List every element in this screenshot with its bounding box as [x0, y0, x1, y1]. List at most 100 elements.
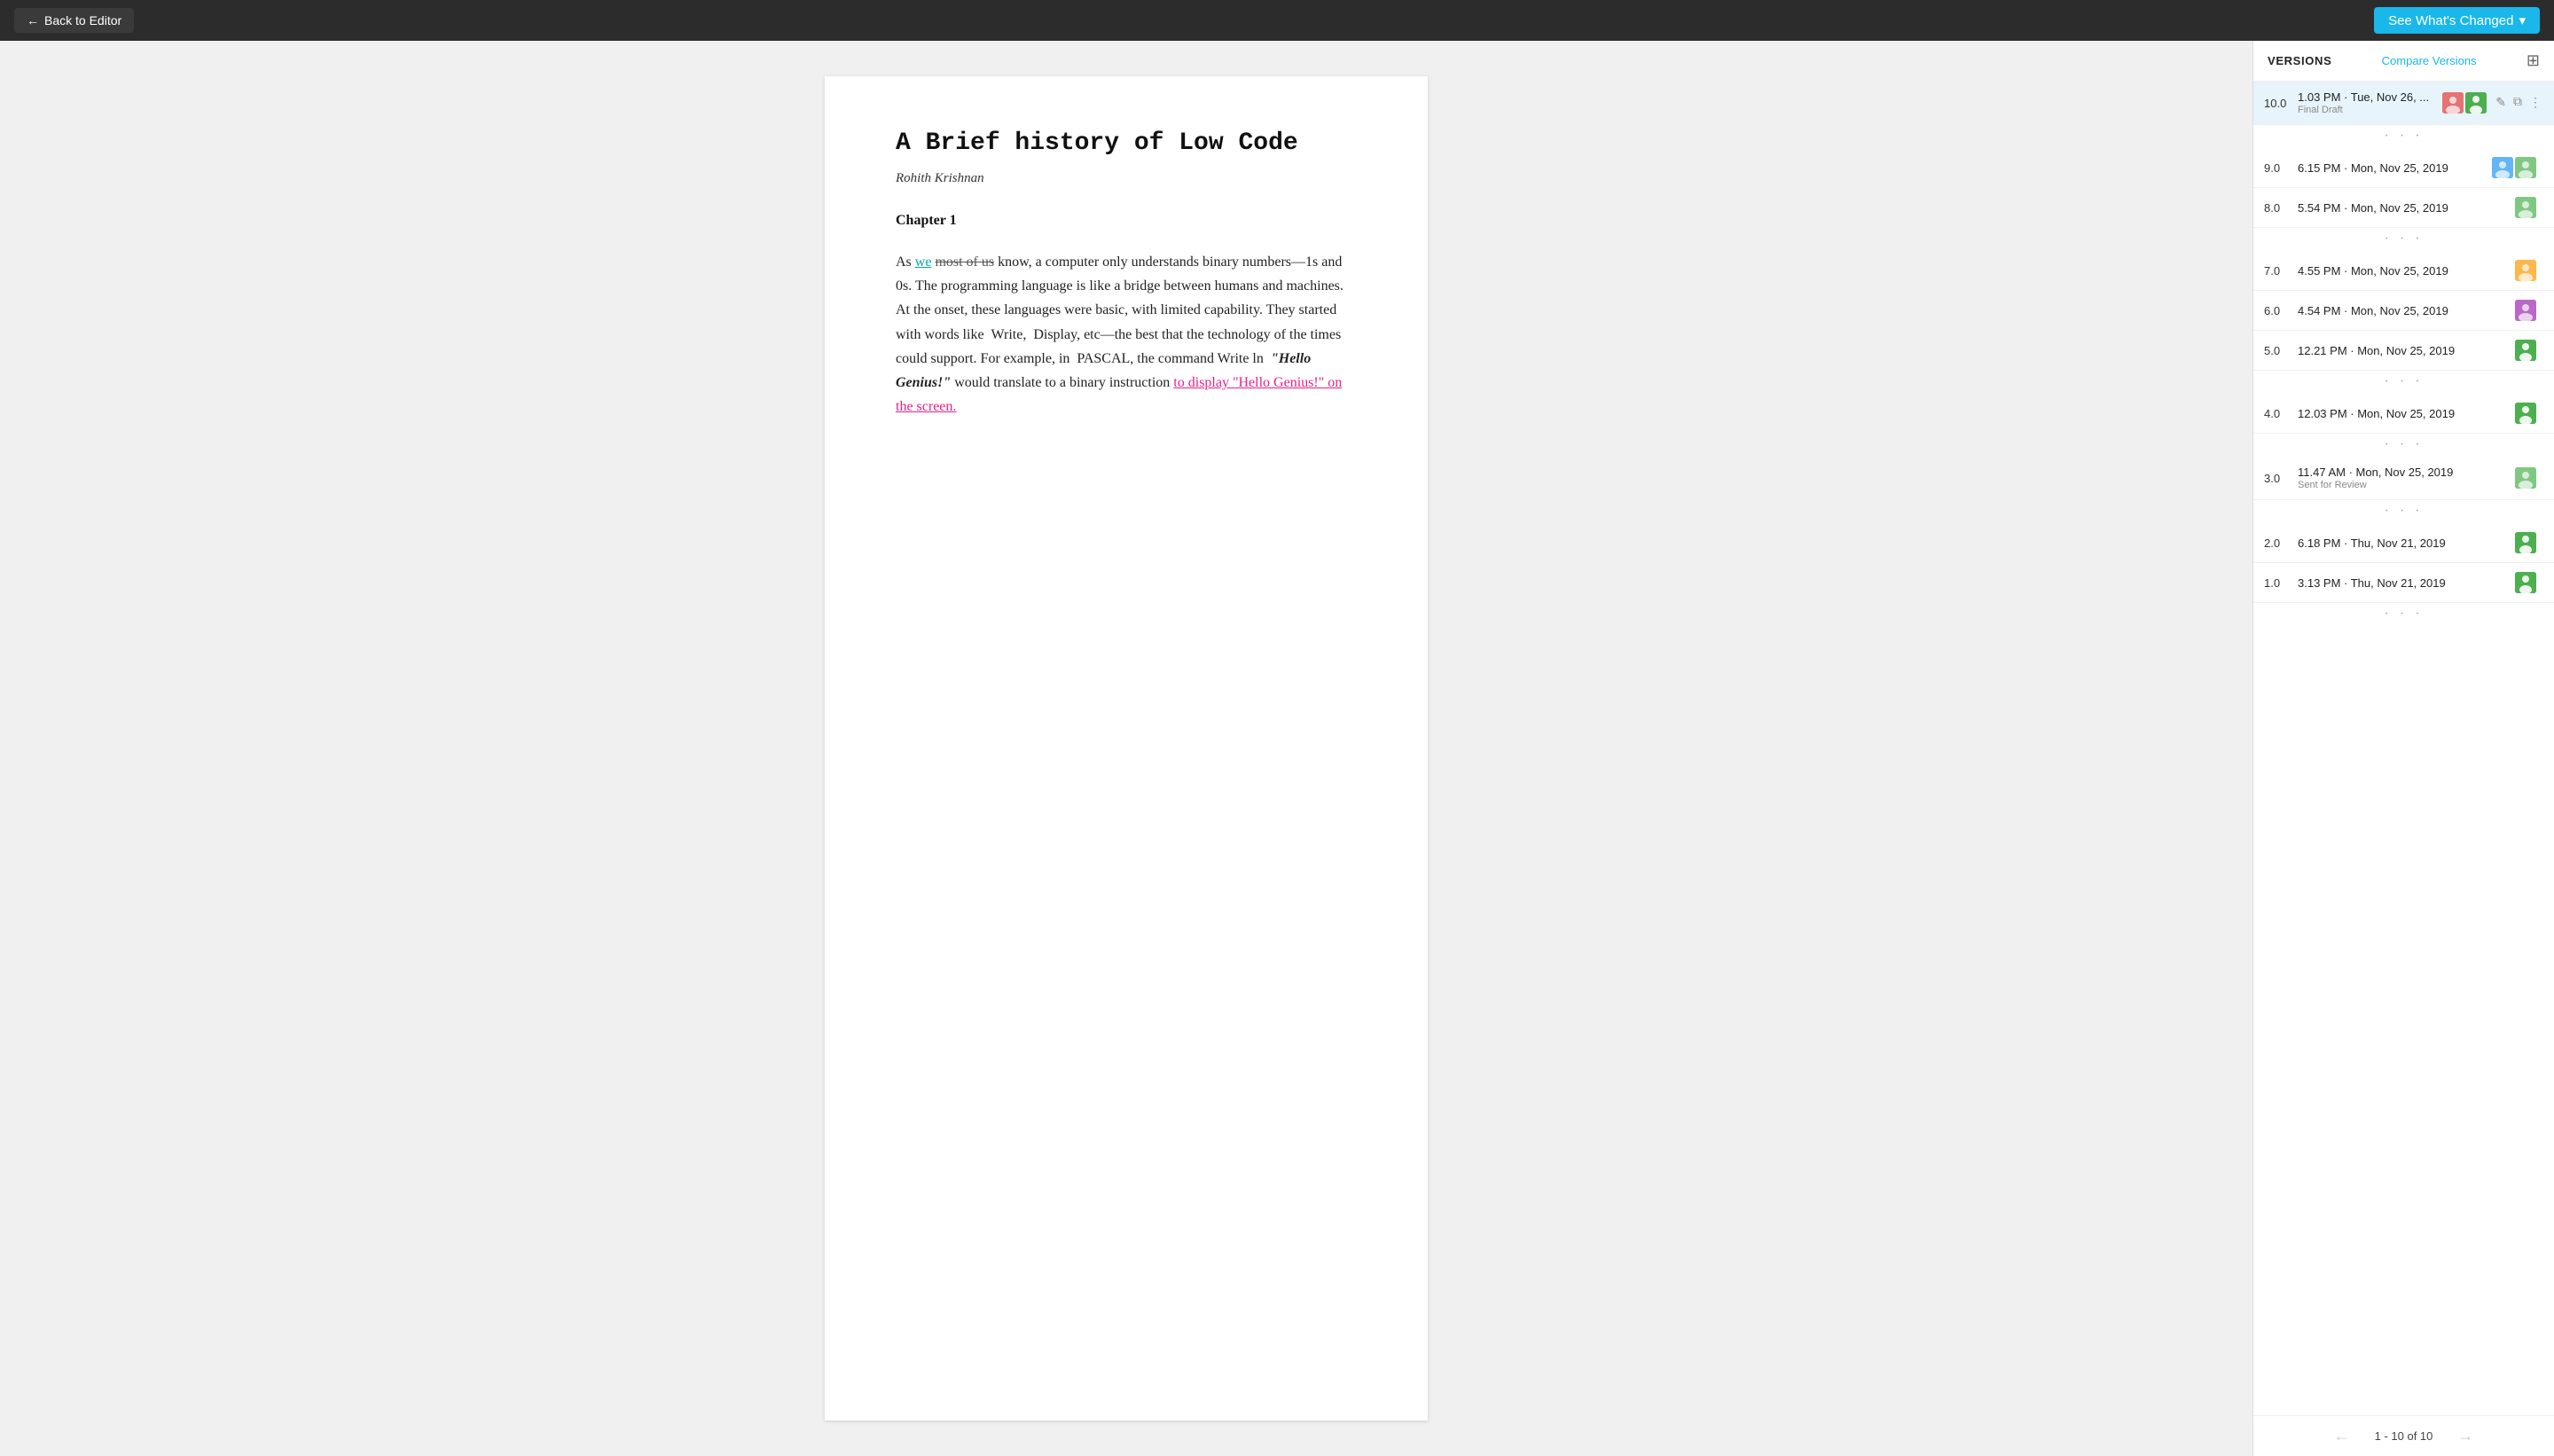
body-paragraph-1: As we most of us know, a computer only u… — [896, 250, 1357, 419]
version-avatars — [2492, 157, 2536, 178]
version-info: 4.55 PM · Mon, Nov 25, 2019 — [2298, 264, 2508, 278]
version-label: Final Draft — [2298, 105, 2435, 115]
chevron-down-icon: ▾ — [2519, 12, 2526, 28]
copy-icon[interactable]: ⧉ — [2511, 94, 2524, 112]
version-time: 3.13 PM · Thu, Nov 21, 2019 — [2298, 576, 2508, 590]
main-layout: A Brief history of Low Code Rohith Krish… — [0, 41, 2554, 1456]
versions-title: VERSIONS — [2268, 54, 2331, 67]
versions-list: 10.0 1.03 PM · Tue, Nov 26, ...Final Draf… — [2253, 82, 2554, 1415]
version-time: 1.03 PM · Tue, Nov 26, ... — [2298, 90, 2435, 104]
version-info: 11.47 AM · Mon, Nov 25, 2019Sent for Rev… — [2298, 466, 2508, 490]
version-item-2-0[interactable]: 2.0 6.18 PM · Thu, Nov 21, 2019 — [2253, 523, 2554, 563]
version-group-separator: · · · — [2253, 500, 2554, 523]
version-info: 12.03 PM · Mon, Nov 25, 2019 — [2298, 407, 2508, 420]
version-info: 6.15 PM · Mon, Nov 25, 2019 — [2298, 161, 2485, 175]
version-avatars — [2442, 92, 2487, 114]
document-page: A Brief history of Low Code Rohith Krish… — [825, 76, 1428, 1421]
topbar: ← Back to Editor See What's Changed ▾ — [0, 0, 2554, 41]
version-number: 6.0 — [2264, 304, 2291, 317]
version-item-1-0[interactable]: 1.0 3.13 PM · Thu, Nov 21, 2019 — [2253, 563, 2554, 603]
version-info: 12.21 PM · Mon, Nov 25, 2019 — [2298, 344, 2508, 357]
version-number: 2.0 — [2264, 536, 2291, 550]
versions-page-info: 1 - 10 of 10 — [2375, 1429, 2433, 1443]
version-number: 3.0 — [2264, 472, 2291, 485]
body-text-know: know, a computer only understands binary… — [896, 254, 1344, 366]
body-text-most-of-us: most of us — [935, 254, 994, 270]
version-time: 12.21 PM · Mon, Nov 25, 2019 — [2298, 344, 2508, 357]
body-text-would: would translate to a binary instruction — [951, 375, 1173, 390]
version-info: 4.54 PM · Mon, Nov 25, 2019 — [2298, 304, 2508, 317]
version-number: 1.0 — [2264, 576, 2291, 590]
version-time: 6.18 PM · Thu, Nov 21, 2019 — [2298, 536, 2508, 550]
version-avatars — [2515, 572, 2536, 593]
avatar — [2515, 197, 2536, 218]
version-info: 1.03 PM · Tue, Nov 26, ...Final Draft — [2298, 90, 2435, 115]
version-avatars — [2515, 197, 2536, 218]
avatar — [2515, 532, 2536, 553]
version-avatars — [2515, 532, 2536, 553]
version-info: 3.13 PM · Thu, Nov 21, 2019 — [2298, 576, 2508, 590]
version-actions: ✎⧉⋮ — [2494, 94, 2543, 113]
version-item-10-0[interactable]: 10.0 1.03 PM · Tue, Nov 26, ...Final Draf… — [2253, 82, 2554, 125]
versions-menu-icon[interactable]: ⊞ — [2527, 51, 2540, 70]
version-item-8-0[interactable]: 8.0 5.54 PM · Mon, Nov 25, 2019 — [2253, 188, 2554, 228]
avatar — [2515, 467, 2536, 489]
compare-versions-link[interactable]: Compare Versions — [2382, 54, 2477, 67]
version-item-9-0[interactable]: 9.0 6.15 PM · Mon, Nov 25, 2019 — [2253, 148, 2554, 188]
version-group-separator: · · · — [2253, 228, 2554, 251]
document-body: As we most of us know, a computer only u… — [896, 250, 1357, 419]
back-arrow-icon: ← — [27, 13, 39, 27]
version-time: 11.47 AM · Mon, Nov 25, 2019 — [2298, 466, 2508, 479]
see-whats-changed-button[interactable]: See What's Changed ▾ — [2374, 7, 2540, 34]
version-item-5-0[interactable]: 5.0 12.21 PM · Mon, Nov 25, 2019 — [2253, 331, 2554, 371]
more-options-icon[interactable]: ⋮ — [2527, 94, 2543, 113]
version-avatars — [2515, 403, 2536, 424]
avatar — [2515, 572, 2536, 593]
version-time: 6.15 PM · Mon, Nov 25, 2019 — [2298, 161, 2485, 175]
version-group-separator: · · · — [2253, 434, 2554, 457]
versions-header: VERSIONS Compare Versions ⊞ — [2253, 41, 2554, 82]
avatar — [2515, 340, 2536, 361]
document-title: A Brief history of Low Code — [896, 129, 1357, 157]
versions-panel: VERSIONS Compare Versions ⊞ 10.0 1.03 PM … — [2252, 41, 2554, 1456]
version-group-separator: · · · — [2253, 125, 2554, 148]
avatar — [2515, 260, 2536, 281]
version-group-separator: · · · — [2253, 371, 2554, 394]
version-time: 4.55 PM · Mon, Nov 25, 2019 — [2298, 264, 2508, 278]
avatar — [2515, 300, 2536, 321]
avatar — [2492, 157, 2513, 178]
body-text-as: As — [896, 254, 915, 270]
version-info: 5.54 PM · Mon, Nov 25, 2019 — [2298, 201, 2508, 215]
version-item-7-0[interactable]: 7.0 4.55 PM · Mon, Nov 25, 2019 — [2253, 251, 2554, 291]
version-item-4-0[interactable]: 4.0 12.03 PM · Mon, Nov 25, 2019 — [2253, 394, 2554, 434]
version-number: 4.0 — [2264, 407, 2291, 420]
body-text-we: we — [915, 254, 932, 270]
avatar — [2442, 92, 2464, 114]
avatar — [2515, 157, 2536, 178]
version-label: Sent for Review — [2298, 480, 2508, 490]
back-to-editor-button[interactable]: ← Back to Editor — [14, 8, 134, 33]
document-area: A Brief history of Low Code Rohith Krish… — [0, 41, 2252, 1456]
versions-next-button[interactable]: → — [2450, 1425, 2480, 1447]
version-number: 7.0 — [2264, 264, 2291, 278]
document-chapter: Chapter 1 — [896, 213, 1357, 229]
edit-icon[interactable]: ✎ — [2494, 94, 2508, 113]
version-time: 4.54 PM · Mon, Nov 25, 2019 — [2298, 304, 2508, 317]
version-avatars — [2515, 467, 2536, 489]
avatar — [2465, 92, 2487, 114]
version-number: 10.0 — [2264, 97, 2291, 110]
version-item-6-0[interactable]: 6.0 4.54 PM · Mon, Nov 25, 2019 — [2253, 291, 2554, 331]
version-number: 9.0 — [2264, 161, 2291, 175]
version-avatars — [2515, 340, 2536, 361]
versions-prev-button[interactable]: ← — [2327, 1425, 2357, 1447]
version-number: 8.0 — [2264, 201, 2291, 215]
version-avatars — [2515, 300, 2536, 321]
version-number: 5.0 — [2264, 344, 2291, 357]
version-time: 12.03 PM · Mon, Nov 25, 2019 — [2298, 407, 2508, 420]
version-info: 6.18 PM · Thu, Nov 21, 2019 — [2298, 536, 2508, 550]
document-author: Rohith Krishnan — [896, 171, 1357, 186]
versions-footer: ← 1 - 10 of 10 → — [2253, 1415, 2554, 1456]
avatar — [2515, 403, 2536, 424]
version-avatars — [2515, 260, 2536, 281]
version-item-3-0[interactable]: 3.0 11.47 AM · Mon, Nov 25, 2019Sent for … — [2253, 457, 2554, 500]
